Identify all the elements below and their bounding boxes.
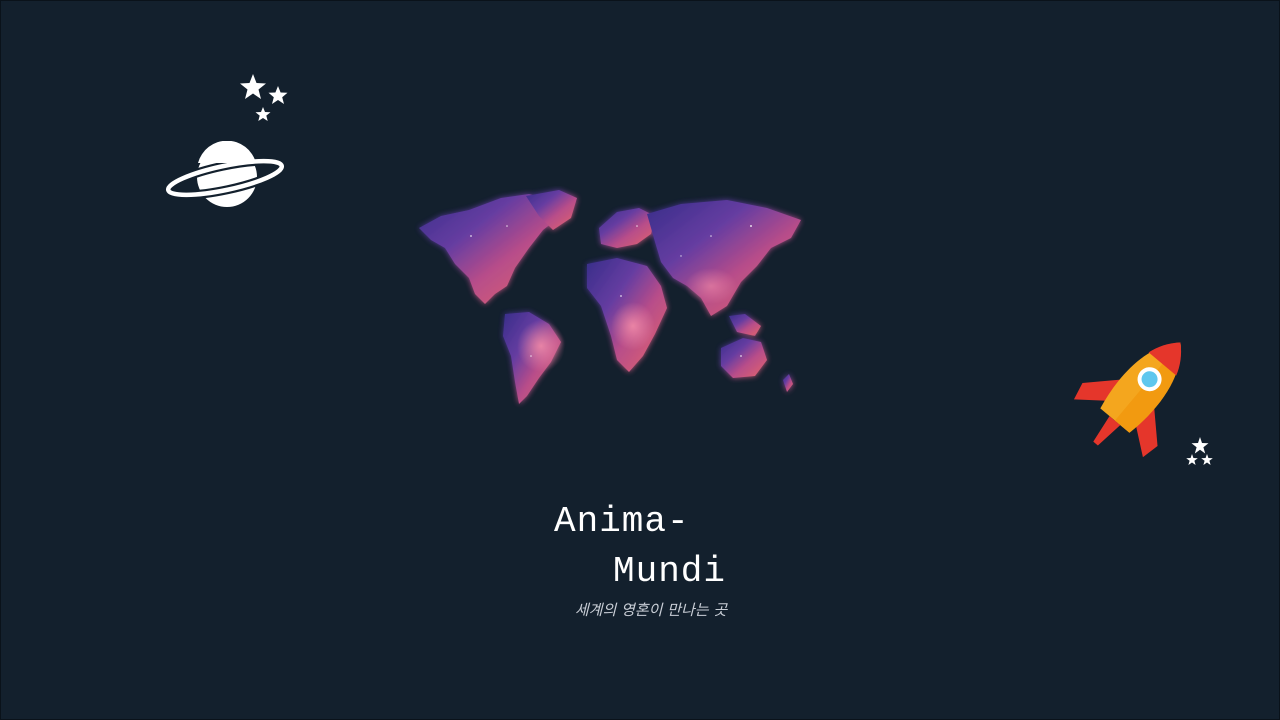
landing-page: Anima- Mundi 세계의 영혼이 만나는 곳 xyxy=(0,0,1280,720)
title-line1: Anima- xyxy=(554,501,690,542)
stars-icon xyxy=(1186,437,1213,465)
hero-subtitle: 세계의 영혼이 만나는 곳 xyxy=(574,601,728,619)
stars-icon xyxy=(240,74,288,121)
title-line2: Mundi xyxy=(613,551,727,592)
planet-icon xyxy=(165,141,285,207)
world-map-image xyxy=(419,190,801,404)
